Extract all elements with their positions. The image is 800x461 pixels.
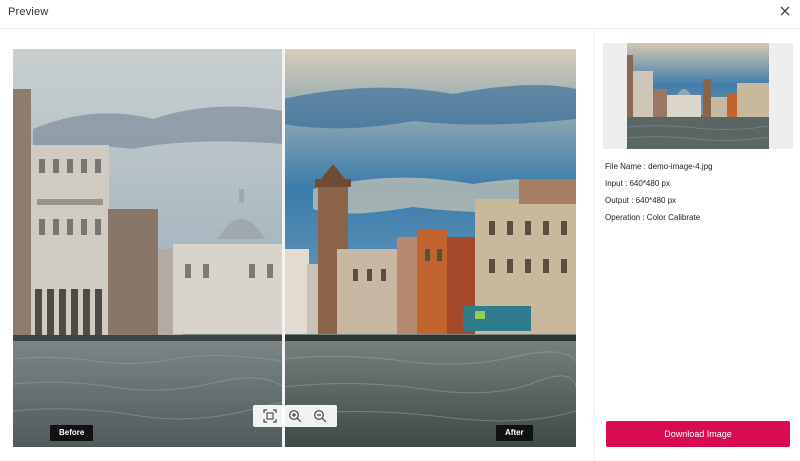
before-label: Before [50,425,94,441]
details-panel: File Name : demo-image-4.jpg Input : 640… [595,30,800,461]
operation-text: Operation : Color Calibrate [605,213,701,222]
zoom-in-icon[interactable] [286,407,304,425]
image-thumbnail [603,43,793,149]
input-size-text: Input : 640*480 px [605,179,670,188]
zoom-out-icon[interactable] [311,407,329,425]
close-icon[interactable] [778,4,792,18]
output-size-text: Output : 640*480 px [605,196,677,205]
download-image-button[interactable]: Download Image [606,421,790,447]
dialog-title: Preview [8,6,49,18]
fit-screen-icon[interactable] [261,407,279,425]
venice-canal-photo [13,49,576,447]
dialog-header: Preview [0,0,800,29]
file-name-text: File Name : demo-image-4.jpg [605,162,713,171]
zoom-toolbar [253,405,337,427]
comparison-viewer[interactable]: Before After [13,49,576,447]
after-label: After [496,425,533,441]
image-details: File Name : demo-image-4.jpg Input : 640… [605,162,713,230]
comparison-slider-handle[interactable] [282,49,285,447]
thumbnail-photo [627,43,769,149]
preview-area: Before After [0,30,594,461]
